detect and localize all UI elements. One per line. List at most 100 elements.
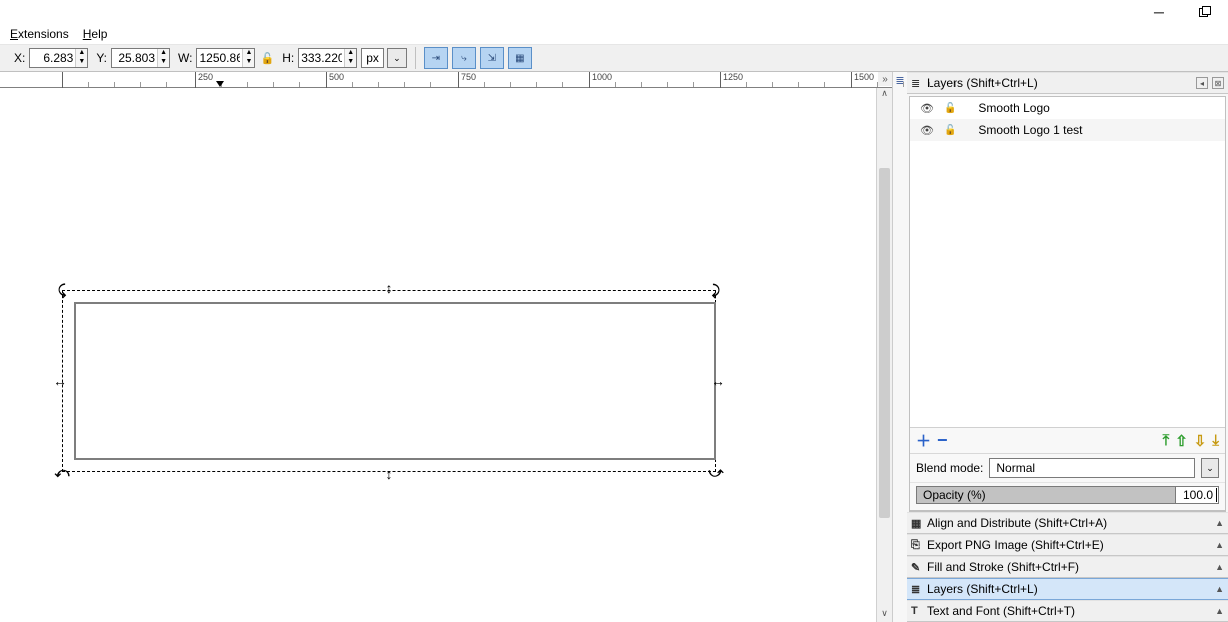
- layer-name: Smooth Logo: [966, 101, 1049, 115]
- h-spin-down[interactable]: ▼: [345, 58, 356, 67]
- w-spin-up[interactable]: ▲: [243, 49, 254, 58]
- expand-icon: ▲: [1215, 562, 1224, 572]
- toggle-3[interactable]: ⇲: [480, 47, 504, 69]
- window-maximize-button[interactable]: [1182, 0, 1228, 24]
- dock-header[interactable]: ▦Align and Distribute (Shift+Ctrl+A)▲: [907, 512, 1228, 534]
- layer-lock-icon[interactable]: 🔓: [944, 103, 956, 114]
- expand-icon: ▲: [1215, 518, 1224, 528]
- dock-header[interactable]: ≣Layers (Shift+Ctrl+L)▲: [907, 578, 1228, 600]
- layer-to-top-button[interactable]: ⤒: [1163, 432, 1170, 449]
- layer-visibility-icon[interactable]: 👁: [920, 124, 934, 137]
- toggle-2[interactable]: ⤷: [452, 47, 476, 69]
- dock-area: ≣ ≣ Layers (Shift+Ctrl+L) ◂ ⊠ 👁🔓Smooth L…: [892, 72, 1228, 622]
- menu-help[interactable]: Help: [79, 26, 112, 42]
- layer-up-button[interactable]: ⇧: [1175, 432, 1188, 450]
- skew-handle-e[interactable]: ↔: [712, 375, 724, 387]
- expand-icon: ▲: [1215, 606, 1224, 616]
- menu-extensions[interactable]: Extensions: [6, 26, 73, 42]
- ruler-tick: 1500: [851, 72, 874, 88]
- ruler-tick: [62, 72, 65, 88]
- w-input[interactable]: [197, 51, 242, 65]
- x-input[interactable]: [30, 51, 75, 65]
- y-input[interactable]: [112, 51, 157, 65]
- canvas-wrapper: 250500750100012501500 » ⤹ ⤸ ⤺ ⤻ ↕ ↕ ↔ ↔ …: [0, 72, 892, 622]
- opacity-slider[interactable]: Opacity (%): [916, 486, 1176, 504]
- window-titlebar: ─: [0, 0, 1228, 24]
- expand-icon: ▲: [1215, 540, 1224, 550]
- layer-row[interactable]: 👁 🔓 Smooth Logo: [910, 97, 1225, 119]
- dock-icon: ⎘: [911, 539, 927, 552]
- w-input-box[interactable]: ▲▼: [196, 48, 255, 68]
- skew-handle-s[interactable]: ↕: [383, 468, 395, 480]
- opacity-value[interactable]: 100.0: [1175, 486, 1219, 504]
- y-input-box[interactable]: ▲▼: [111, 48, 170, 68]
- toggle-4[interactable]: ▦: [508, 47, 532, 69]
- w-label: W:: [178, 51, 192, 65]
- main-area: 250500750100012501500 » ⤹ ⤸ ⤺ ⤻ ↕ ↕ ↔ ↔ …: [0, 72, 1228, 622]
- layer-visibility-icon[interactable]: 👁: [920, 102, 934, 115]
- rectangle-shape[interactable]: [74, 302, 716, 460]
- selected-object[interactable]: ⤹ ⤸ ⤺ ⤻ ↕ ↕ ↔ ↔: [56, 284, 722, 478]
- layer-down-button[interactable]: ⇩: [1194, 432, 1207, 450]
- dock-icon: ≣: [911, 583, 927, 596]
- dock-header[interactable]: TText and Font (Shift+Ctrl+T)▲: [907, 600, 1228, 622]
- dock-title: Fill and Stroke (Shift+Ctrl+F): [927, 560, 1215, 574]
- dock-icon: ▦: [911, 517, 927, 530]
- opacity-row: Opacity (%) 100.0: [910, 482, 1225, 511]
- h-input[interactable]: [299, 51, 344, 65]
- layer-controls: ＋ − ⤒ ⇧ ⇩ ⤓: [910, 427, 1225, 453]
- ruler-tick: 1250: [720, 72, 743, 88]
- rotate-handle-se[interactable]: ⤻: [710, 466, 722, 478]
- ruler-tick: 1000: [589, 72, 612, 88]
- layer-lock-icon[interactable]: 🔓: [944, 125, 956, 136]
- vertical-scrollbar[interactable]: ∧ ∨: [876, 88, 892, 622]
- add-layer-button[interactable]: ＋: [916, 430, 931, 451]
- rotate-handle-nw[interactable]: ⤹: [56, 284, 68, 296]
- x-input-box[interactable]: ▲▼: [29, 48, 88, 68]
- dock-title: Export PNG Image (Shift+Ctrl+E): [927, 538, 1215, 552]
- dock-header[interactable]: ✎Fill and Stroke (Shift+Ctrl+F)▲: [907, 556, 1228, 578]
- blend-mode-select[interactable]: Normal: [989, 458, 1195, 478]
- dock-header[interactable]: ⎘Export PNG Image (Shift+Ctrl+E)▲: [907, 534, 1228, 556]
- dock-title: Layers (Shift+Ctrl+L): [927, 582, 1215, 596]
- ruler-scroll-right[interactable]: »: [878, 72, 892, 86]
- h-spin-up[interactable]: ▲: [345, 49, 356, 58]
- panel-menu-button[interactable]: ◂: [1196, 77, 1208, 89]
- canvas[interactable]: ⤹ ⤸ ⤺ ⤻ ↕ ↕ ↔ ↔: [0, 88, 872, 622]
- dock-icon: ✎: [911, 561, 927, 574]
- toggle-1[interactable]: ⇥: [424, 47, 448, 69]
- ruler-tick: 250: [195, 72, 213, 88]
- y-spin-up[interactable]: ▲: [158, 49, 169, 58]
- blend-mode-dropdown[interactable]: ⌄: [1201, 458, 1219, 478]
- scroll-thumb[interactable]: [879, 168, 890, 518]
- remove-layer-button[interactable]: −: [937, 430, 948, 451]
- lock-wh-icon[interactable]: 🔓: [260, 52, 274, 65]
- layer-to-bottom-button[interactable]: ⤓: [1212, 432, 1219, 449]
- y-spin-down[interactable]: ▼: [158, 58, 169, 67]
- dock-icon: T: [911, 605, 927, 617]
- scroll-up[interactable]: ∧: [877, 88, 892, 102]
- skew-handle-w[interactable]: ↔: [54, 375, 66, 387]
- y-label: Y:: [96, 51, 107, 65]
- layer-row[interactable]: 👁 🔓 Smooth Logo 1 test: [910, 119, 1225, 141]
- window-minimize-button[interactable]: ─: [1136, 0, 1182, 24]
- w-spin-down[interactable]: ▼: [243, 58, 254, 67]
- x-spin-up[interactable]: ▲: [76, 49, 87, 58]
- scroll-down[interactable]: ∨: [877, 608, 892, 622]
- h-label: H:: [282, 51, 294, 65]
- panel-close-button[interactable]: ⊠: [1212, 77, 1224, 89]
- ruler-position-marker: [216, 81, 224, 87]
- ruler-tick: 500: [326, 72, 344, 88]
- skew-handle-n[interactable]: ↕: [383, 282, 395, 294]
- rotate-handle-sw[interactable]: ⤺: [56, 466, 68, 478]
- opacity-label: Opacity (%): [923, 488, 986, 502]
- x-spin-down[interactable]: ▼: [76, 58, 87, 67]
- h-input-box[interactable]: ▲▼: [298, 48, 357, 68]
- layers-panel-title: Layers (Shift+Ctrl+L): [927, 76, 1196, 90]
- separator: [415, 47, 416, 69]
- layer-name: Smooth Logo 1 test: [966, 123, 1082, 137]
- unit-dropdown-button[interactable]: ⌄: [387, 48, 407, 68]
- rotate-handle-ne[interactable]: ⤸: [710, 284, 722, 296]
- horizontal-ruler[interactable]: 250500750100012501500: [0, 72, 892, 88]
- unit-select[interactable]: px: [361, 48, 384, 68]
